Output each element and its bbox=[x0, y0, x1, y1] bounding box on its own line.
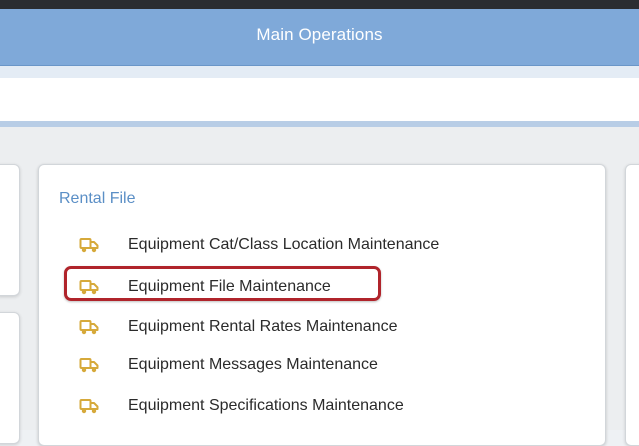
menu-item-equipment-specifications[interactable]: Equipment Specifications Maintenance bbox=[79, 394, 404, 418]
menu-item-equipment-messages[interactable]: Equipment Messages Maintenance bbox=[79, 353, 378, 377]
menu-item-label: Equipment Messages Maintenance bbox=[128, 356, 378, 373]
left-card-top bbox=[0, 164, 20, 296]
menu-item-label: Equipment Rental Rates Maintenance bbox=[128, 318, 398, 335]
truck-icon bbox=[79, 398, 99, 414]
highlight-annotation bbox=[64, 266, 381, 301]
truck-icon bbox=[79, 237, 99, 253]
truck-icon bbox=[79, 357, 99, 373]
truck-icon bbox=[79, 319, 99, 335]
card-heading: Rental File bbox=[59, 190, 136, 207]
menu-item-label: Equipment Cat/Class Location Maintenance bbox=[128, 236, 440, 253]
right-card bbox=[625, 164, 639, 446]
menu-item-label: Equipment Specifications Maintenance bbox=[128, 397, 404, 414]
page-title: Main Operations bbox=[256, 25, 383, 44]
rental-file-card: Rental File Equipment Cat/Class Location… bbox=[38, 164, 606, 446]
page-header: Main Operations bbox=[0, 9, 639, 66]
left-card-bottom bbox=[0, 312, 20, 444]
menu-item-equipment-rental-rates[interactable]: Equipment Rental Rates Maintenance bbox=[79, 315, 398, 339]
window-top-bar bbox=[0, 0, 639, 9]
menu-item-equipment-cat-class-location[interactable]: Equipment Cat/Class Location Maintenance bbox=[79, 233, 439, 257]
toolbar-panel bbox=[0, 78, 639, 121]
header-divider bbox=[0, 66, 639, 78]
